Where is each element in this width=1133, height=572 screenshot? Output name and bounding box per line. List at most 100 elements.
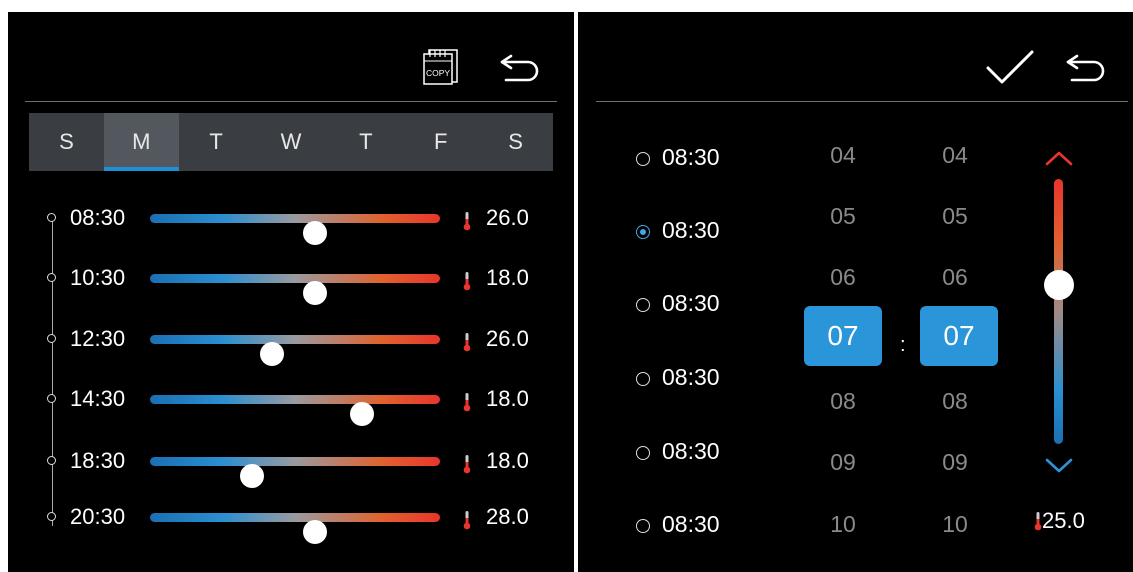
- slider-knob[interactable]: [349, 402, 374, 426]
- row-temperature: 26.0: [486, 326, 529, 351]
- row-time: 20:30: [70, 504, 126, 529]
- chevron-up-icon[interactable]: [1044, 149, 1074, 172]
- hour-option[interactable]: 09: [813, 449, 873, 476]
- slider-knob[interactable]: [239, 464, 264, 488]
- minute-option[interactable]: 04: [925, 142, 985, 169]
- timeline-node: [47, 213, 56, 222]
- tab-wednesday[interactable]: W: [254, 113, 329, 171]
- row-time: 08:30: [70, 205, 126, 230]
- schedule-row: 18:30 18.0: [8, 443, 574, 488]
- minute-option[interactable]: 08: [925, 388, 985, 415]
- thermometer-icon: [463, 211, 471, 236]
- temperature-slider[interactable]: [150, 395, 440, 426]
- thermometer-icon: [463, 454, 471, 479]
- hour-picker-selected[interactable]: 07: [804, 306, 882, 366]
- temperature-slider[interactable]: [150, 457, 440, 488]
- temperature-slider[interactable]: [150, 513, 440, 544]
- tab-tuesday[interactable]: T: [179, 113, 254, 171]
- tab-monday[interactable]: M: [103, 113, 179, 171]
- radio-button-selected[interactable]: [636, 225, 650, 239]
- temperature-slider[interactable]: [150, 274, 440, 305]
- vertical-temperature-slider[interactable]: [1054, 179, 1063, 444]
- vertical-slider-knob[interactable]: [1044, 270, 1074, 300]
- tab-saturday[interactable]: S: [478, 113, 553, 171]
- time-slot-option[interactable]: 08:30: [636, 436, 766, 472]
- radio-button[interactable]: [636, 152, 650, 166]
- timeline-node: [47, 456, 56, 465]
- radio-button[interactable]: [636, 298, 650, 312]
- time-slot-option[interactable]: 08:30: [636, 509, 766, 545]
- timeline-node: [47, 394, 56, 403]
- hour-option[interactable]: 10: [813, 511, 873, 538]
- tab-friday[interactable]: F: [403, 113, 478, 171]
- confirm-check-icon[interactable]: [984, 48, 1036, 93]
- time-slot-option[interactable]: 08:30: [636, 362, 766, 398]
- time-slot-option[interactable]: 08:30: [636, 142, 766, 178]
- slot-time: 08:30: [662, 511, 720, 537]
- slot-time: 08:30: [662, 144, 720, 170]
- timeline-node: [47, 512, 56, 521]
- minute-option[interactable]: 06: [925, 264, 985, 291]
- slider-knob[interactable]: [303, 281, 328, 305]
- tab-label: T: [359, 129, 373, 154]
- schedule-row: 10:30 18.0: [8, 260, 574, 305]
- time-slot-option[interactable]: 08:30: [636, 215, 766, 251]
- row-temperature: 18.0: [486, 386, 529, 411]
- minute-picker-selected[interactable]: 07: [920, 306, 998, 366]
- hour-option[interactable]: 04: [813, 142, 873, 169]
- slot-time: 08:30: [662, 217, 720, 243]
- row-temperature: 28.0: [486, 504, 529, 529]
- slot-time: 08:30: [662, 438, 720, 464]
- radio-button[interactable]: [636, 519, 650, 533]
- thermometer-icon: [1034, 508, 1042, 533]
- slot-time: 08:30: [662, 364, 720, 390]
- set-temperature-value: 25.0: [1042, 508, 1085, 533]
- thermometer-icon: [463, 332, 471, 357]
- radio-button[interactable]: [636, 372, 650, 386]
- row-temperature: 18.0: [486, 265, 529, 290]
- schedule-row: 12:30 26.0: [8, 321, 574, 366]
- set-temperature: 25.0: [1034, 508, 1085, 534]
- time-slot-option[interactable]: 08:30: [636, 288, 766, 324]
- tab-label: F: [434, 129, 448, 154]
- tab-thursday[interactable]: T: [328, 113, 403, 171]
- tab-label: M: [132, 129, 151, 154]
- back-icon[interactable]: [1064, 50, 1108, 89]
- temperature-slider[interactable]: [150, 214, 440, 245]
- temperature-slider[interactable]: [150, 335, 440, 366]
- hour-option[interactable]: 06: [813, 264, 873, 291]
- radio-button[interactable]: [636, 446, 650, 460]
- slot-time: 08:30: [662, 290, 720, 316]
- slider-knob[interactable]: [303, 520, 328, 544]
- time-separator: :: [900, 334, 906, 356]
- schedule-row: 20:30 28.0: [8, 499, 574, 544]
- minute-option[interactable]: 05: [925, 203, 985, 230]
- minute-option[interactable]: 09: [925, 449, 985, 476]
- row-time: 12:30: [70, 326, 126, 351]
- tab-sunday[interactable]: S: [29, 113, 104, 171]
- edit-panel: 08:30 08:30 08:30 08:30 08:30 08:30 04 0…: [578, 12, 1133, 572]
- copy-icon[interactable]: COPY: [422, 46, 460, 91]
- chevron-down-icon[interactable]: [1044, 457, 1074, 480]
- timeline-node: [47, 273, 56, 282]
- minute-value: 07: [943, 320, 975, 351]
- thermometer-icon: [463, 271, 471, 296]
- hour-option[interactable]: 05: [813, 203, 873, 230]
- header-divider: [596, 101, 1128, 102]
- row-time: 18:30: [70, 448, 126, 473]
- row-temperature: 18.0: [486, 448, 529, 473]
- tab-label: S: [59, 129, 74, 154]
- back-icon[interactable]: [498, 50, 542, 89]
- thermometer-icon: [463, 392, 471, 417]
- slider-knob[interactable]: [259, 342, 284, 366]
- copy-icon-label: COPY: [426, 68, 450, 78]
- slider-knob[interactable]: [303, 221, 328, 245]
- row-time: 10:30: [70, 265, 126, 290]
- schedule-row: 08:30 26.0: [8, 200, 574, 245]
- thermometer-icon: [463, 510, 471, 535]
- hour-option[interactable]: 08: [813, 388, 873, 415]
- row-time: 14:30: [70, 386, 126, 411]
- row-temperature: 26.0: [486, 205, 529, 230]
- minute-option[interactable]: 10: [925, 511, 985, 538]
- tab-label: W: [280, 129, 302, 154]
